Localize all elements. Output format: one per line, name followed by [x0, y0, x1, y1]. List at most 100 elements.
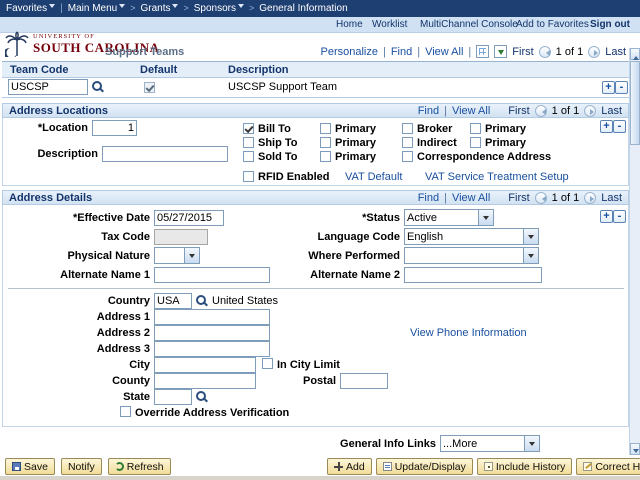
alternate-name-2-input[interactable]: [404, 267, 542, 283]
indirect-primary-label: Primary: [485, 137, 526, 149]
broker-label: Broker: [417, 123, 452, 135]
where-performed-select[interactable]: [404, 247, 539, 264]
worklist-link[interactable]: Worklist: [372, 19, 407, 30]
chevron-down-icon: [119, 4, 125, 11]
scrollbar-thumb[interactable]: [630, 61, 640, 145]
status-value: Active: [405, 212, 478, 224]
pager-last[interactable]: Last: [601, 105, 622, 117]
add-location-button[interactable]: [600, 120, 613, 133]
correspondence-label: Correspondence Address: [417, 151, 551, 163]
find-link[interactable]: Find: [391, 46, 412, 58]
vat-default-link[interactable]: VAT Default: [345, 171, 402, 183]
rfid-enabled-checkbox[interactable]: [243, 171, 254, 182]
main-menu[interactable]: Main Menu: [68, 3, 125, 14]
previous-row-icon[interactable]: [535, 105, 547, 117]
alternate-name-1-input[interactable]: [154, 267, 270, 283]
general-info-links-select[interactable]: ...More: [440, 435, 540, 452]
delete-row-button[interactable]: [615, 81, 628, 94]
scroll-up-icon[interactable]: [630, 48, 640, 60]
add-address-row-button[interactable]: [600, 210, 613, 223]
view-all-link[interactable]: View All: [425, 46, 463, 58]
in-city-limit-checkbox[interactable]: [262, 358, 273, 369]
postal-input[interactable]: [340, 373, 388, 389]
delete-location-button[interactable]: [613, 120, 626, 133]
add-to-favorites-link[interactable]: Add to Favorites: [516, 19, 589, 30]
address-1-input[interactable]: [154, 309, 270, 325]
team-code-input[interactable]: [8, 79, 88, 95]
language-code-select[interactable]: English: [404, 228, 539, 245]
location-input[interactable]: [92, 120, 137, 136]
description-input[interactable]: [102, 146, 228, 162]
column-default[interactable]: Default: [140, 64, 177, 76]
add-row-button[interactable]: [602, 81, 615, 94]
county-input[interactable]: [154, 373, 256, 389]
next-row-icon[interactable]: [588, 46, 600, 58]
next-row-icon[interactable]: [584, 192, 596, 204]
pager-first[interactable]: First: [508, 192, 529, 204]
notify-button[interactable]: Notify: [61, 458, 102, 475]
description-label: Description: [36, 148, 98, 160]
pager-last[interactable]: Last: [601, 192, 622, 204]
ship-to-checkbox[interactable]: [243, 137, 254, 148]
sold-primary-checkbox[interactable]: [320, 151, 331, 162]
column-team-code[interactable]: Team Code: [10, 64, 68, 76]
personalize-link[interactable]: Personalize: [320, 46, 377, 58]
sign-out-link[interactable]: Sign out: [590, 19, 630, 30]
next-row-icon[interactable]: [584, 105, 596, 117]
bill-to-checkbox[interactable]: [243, 123, 254, 134]
pager-first[interactable]: First: [512, 46, 533, 58]
home-link[interactable]: Home: [336, 19, 363, 30]
broker-checkbox[interactable]: [402, 123, 413, 134]
vat-service-treatment-setup-link[interactable]: VAT Service Treatment Setup: [425, 171, 569, 183]
address-3-label: Address 3: [58, 343, 150, 355]
crumb-sponsors[interactable]: Sponsors: [194, 3, 244, 14]
address-2-input[interactable]: [154, 325, 270, 341]
physical-nature-select[interactable]: [154, 247, 200, 264]
previous-row-icon[interactable]: [539, 46, 551, 58]
pager-first[interactable]: First: [508, 105, 529, 117]
indirect-checkbox[interactable]: [402, 137, 413, 148]
chevron-down-icon: [172, 4, 178, 11]
city-input[interactable]: [154, 357, 256, 373]
team-code-lookup-icon[interactable]: [92, 81, 105, 94]
override-address-verification-checkbox[interactable]: [120, 406, 131, 417]
column-description[interactable]: Description: [228, 64, 289, 76]
favorites-menu[interactable]: Favorites: [6, 3, 55, 14]
zoom-grid-icon[interactable]: [476, 45, 489, 58]
add-button[interactable]: Add: [327, 458, 372, 475]
view-all-link[interactable]: View All: [452, 105, 490, 117]
pager-last[interactable]: Last: [605, 46, 626, 58]
country-input[interactable]: [154, 293, 192, 309]
state-input[interactable]: [154, 389, 192, 405]
find-link[interactable]: Find: [418, 192, 439, 204]
vertical-scrollbar[interactable]: [629, 48, 640, 455]
view-phone-information-link[interactable]: View Phone Information: [410, 327, 527, 339]
address-3-input[interactable]: [154, 341, 270, 357]
view-all-link[interactable]: View All: [452, 192, 490, 204]
refresh-button[interactable]: Refresh: [108, 458, 171, 475]
broker-primary-checkbox[interactable]: [470, 123, 481, 134]
scroll-down-icon[interactable]: [630, 443, 640, 455]
correspondence-checkbox[interactable]: [402, 151, 413, 162]
ship-primary-checkbox[interactable]: [320, 137, 331, 148]
sold-to-checkbox[interactable]: [243, 151, 254, 162]
crumb-grants[interactable]: Grants: [140, 3, 178, 14]
effective-date-input[interactable]: [154, 210, 224, 226]
state-lookup-icon[interactable]: [196, 391, 209, 404]
update-display-button[interactable]: Update/Display: [376, 458, 473, 475]
country-lookup-icon[interactable]: [196, 295, 209, 308]
default-checkbox[interactable]: [144, 82, 155, 93]
multichannel-console-link[interactable]: MultiChannel Console: [420, 19, 518, 30]
bill-primary-checkbox[interactable]: [320, 123, 331, 134]
previous-row-icon[interactable]: [535, 192, 547, 204]
breadcrumb-separator: [249, 3, 254, 14]
find-link[interactable]: Find: [418, 105, 439, 117]
correct-history-button[interactable]: Correct History: [576, 458, 640, 475]
broker-primary-label: Primary: [485, 123, 526, 135]
include-history-button[interactable]: Include History: [477, 458, 572, 475]
delete-address-row-button[interactable]: [613, 210, 626, 223]
download-to-excel-icon[interactable]: [494, 45, 507, 58]
status-select[interactable]: Active: [404, 209, 494, 226]
indirect-primary-checkbox[interactable]: [470, 137, 481, 148]
save-button[interactable]: Save: [5, 458, 55, 475]
